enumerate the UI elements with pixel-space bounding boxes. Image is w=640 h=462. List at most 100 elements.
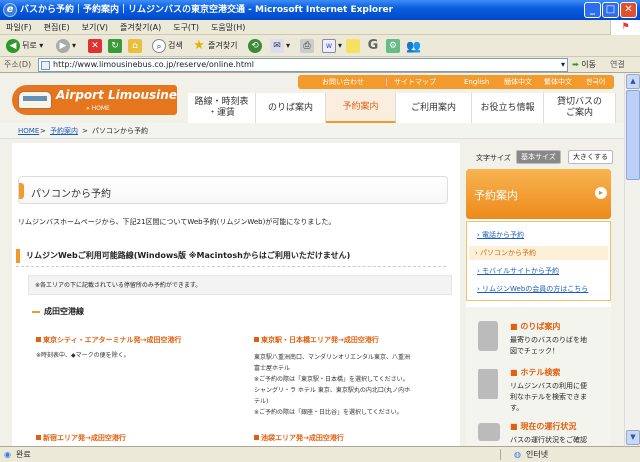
site-logo[interactable]: Airport Limousine » HOME [12, 85, 177, 115]
home-button[interactable]: ⌂ [128, 38, 144, 54]
utility-nav: お問い合わせ サイトマップ English 簡体中文 繁体中文 한국어 [298, 75, 614, 89]
edit-button[interactable]: W ▾ [322, 38, 342, 54]
page-heading: パソコンから予約 [18, 176, 448, 204]
bus-stop-icon [478, 321, 498, 351]
minimize-button[interactable]: _ [584, 2, 601, 18]
back-arrow-icon: ◀ [6, 38, 20, 53]
scroll-thumb[interactable] [626, 90, 640, 180]
bus-front-icon [478, 423, 500, 441]
address-url: http://www.limousinebus.co.jp/reserve/on… [53, 60, 255, 69]
sidebar-hotel-link[interactable]: ■ ホテル検索 [510, 367, 560, 378]
msn-button[interactable]: 👥 [406, 38, 422, 54]
page-done-icon: ◉ [4, 450, 11, 459]
font-size-label: 文字サイズ [476, 154, 511, 162]
forward-arrow-icon: ▶ [56, 38, 70, 53]
note-icon [346, 38, 360, 53]
sidebar-link-phone[interactable]: › 電話から予約 [477, 230, 524, 240]
nav-routes[interactable]: 路線・時刻表 ・運賃 [188, 93, 256, 123]
mail-button[interactable]: ✉ ▾ [270, 38, 290, 54]
address-bar: 주소(D) http://www.limousinebus.co.jp/rese… [0, 57, 640, 73]
nav-useful-info[interactable]: お役立ち情報 [472, 93, 544, 123]
search-button[interactable]: ⌕ 검색 [152, 38, 183, 54]
print-button[interactable]: ⎙ [300, 38, 316, 54]
back-button[interactable]: ◀ 뒤로 ▾ [6, 38, 43, 54]
close-button[interactable]: ✕ [620, 2, 637, 18]
sitemap-link[interactable]: サイトマップ [394, 75, 436, 89]
hotel-building-icon [478, 369, 498, 399]
menu-edit[interactable]: 편집(E) [38, 20, 76, 35]
favorites-button[interactable]: ★ 즐겨찾기 [192, 38, 237, 54]
bus-icon [18, 91, 52, 109]
forward-button[interactable]: ▶ ▾ [56, 38, 76, 54]
route-tcat-note: ※時刻表中、◆マークの便を除く。 [36, 352, 130, 359]
sidebar-header: 予約案内 ▸ [466, 169, 611, 219]
contact-link[interactable]: お問い合わせ [322, 75, 364, 89]
maximize-button[interactable]: □ [602, 2, 619, 18]
links-button[interactable]: 연결 [610, 58, 625, 72]
sidebar-link-members[interactable]: › リムジンWebの会員の方はこちら [477, 284, 588, 294]
nav-usage[interactable]: ご利用案内 [396, 93, 472, 123]
stop-button[interactable]: ✕ [88, 38, 104, 54]
english-link[interactable]: English [464, 75, 489, 89]
stop-icon: ✕ [88, 38, 102, 53]
korean-link[interactable]: 한국어 [586, 75, 605, 89]
history-button[interactable]: ⟲ [248, 38, 264, 54]
font-size-control: 文字サイズ 基本サイズ 大きくする [474, 150, 614, 164]
breadcrumb-reserve[interactable]: 予約案内 [50, 123, 78, 139]
divider [386, 78, 387, 86]
route-tcat-link[interactable]: 東京シティ・エアターミナル発→成田空港行 [36, 335, 181, 345]
toolbar: ◀ 뒤로 ▾ ▶ ▾ ✕ ↻ ⌂ ⌕ 검색 ★ 즐겨찾기 ⟲ ✉ ▾ ⎙ W ▾ G ⚙ 👥 [0, 35, 640, 57]
history-icon: ⟲ [248, 38, 262, 53]
route-ikebukuro-link[interactable]: 池袋エリア発→成田空港行 [254, 433, 344, 443]
scroll-up-button[interactable]: ▲ [626, 74, 640, 89]
people-icon: 👥 [406, 38, 421, 53]
home-icon: ⌂ [128, 38, 142, 53]
font-normal-button[interactable]: 基本サイズ [516, 150, 561, 164]
go-arrow-icon: ➡ [572, 60, 579, 69]
narita-line-heading: 成田空港線 [32, 306, 84, 317]
vertical-scrollbar[interactable]: ▲ ▼ [624, 73, 640, 446]
arrow-right-icon: ▸ [595, 187, 607, 199]
nav-charter-bus[interactable]: 貸切バスの ご案内 [544, 93, 616, 123]
traditional-chinese-link[interactable]: 繁体中文 [544, 75, 572, 89]
zone-text: 인터넷 [526, 450, 549, 459]
sidebar-link-mobile[interactable]: › モバイルサイトから予約 [477, 266, 559, 276]
sidebar-boarding-link[interactable]: ■ のりば案内 [510, 321, 560, 332]
breadcrumb-home[interactable]: HOME [18, 123, 39, 139]
go-button[interactable]: ➡ 이동 [572, 58, 596, 72]
route-tokyo-station-link[interactable]: 東京駅・日本橋エリア発→成田空港行 [254, 335, 379, 345]
menu-bar: 파일(F) 편집(E) 보기(V) 즐겨찾기(A) 도구(T) 도움말(H) [0, 20, 640, 35]
sidebar-link-pc-current[interactable]: › パソコンから予約 [469, 246, 608, 260]
menu-file[interactable]: 파일(F) [0, 20, 38, 35]
route-shinjuku-link[interactable]: 新宿エリア発→成田空港行 [36, 433, 126, 443]
globe-icon: ◍ [514, 450, 521, 459]
google-button[interactable]: G [366, 38, 382, 54]
simplified-chinese-link[interactable]: 簡体中文 [504, 75, 532, 89]
tools-icon: ⚙ [386, 38, 400, 53]
nav-boarding[interactable]: のりば案内 [256, 93, 326, 123]
menu-help[interactable]: 도움말(H) [205, 20, 251, 35]
menu-view[interactable]: 보기(V) [76, 20, 114, 35]
address-dropdown-icon[interactable]: ▾ [561, 59, 565, 71]
browser-window: e バスから予約｜予約案内｜リムジンバスの東京空港交通 - Microsoft … [0, 0, 640, 462]
print-icon: ⎙ [300, 38, 314, 53]
sidebar-status-link[interactable]: ■ 現在の運行状況 [510, 421, 576, 432]
nav-reservation[interactable]: 予約案内 [326, 93, 396, 123]
refresh-button[interactable]: ↻ [108, 38, 124, 54]
breadcrumb: HOME > 予約案内 > パソコンから予約 [0, 123, 624, 139]
home-link[interactable]: » HOME [86, 105, 110, 112]
star-icon: ★ [193, 37, 205, 53]
sidebar-banners: ■ のりば案内 最寄りのバスのりばを地 図でチェック！ ■ ホテル検索 リムジンバ… [466, 307, 611, 446]
messenger-button[interactable]: ⚙ [386, 38, 402, 54]
page-icon [41, 61, 50, 70]
menu-tools[interactable]: 도구(T) [167, 20, 205, 35]
search-icon: ⌕ [152, 38, 166, 53]
menu-favorites[interactable]: 즐겨찾기(A) [114, 20, 167, 35]
note-button[interactable] [346, 38, 362, 54]
scroll-down-button[interactable]: ▼ [626, 430, 640, 445]
font-large-button[interactable]: 大きくする [568, 150, 613, 164]
mail-icon: ✉ [270, 38, 284, 53]
page-title: パソコンから予約 [31, 189, 111, 200]
address-input[interactable]: http://www.limousinebus.co.jp/reserve/on… [38, 58, 568, 72]
breadcrumb-current: パソコンから予約 [92, 127, 148, 135]
